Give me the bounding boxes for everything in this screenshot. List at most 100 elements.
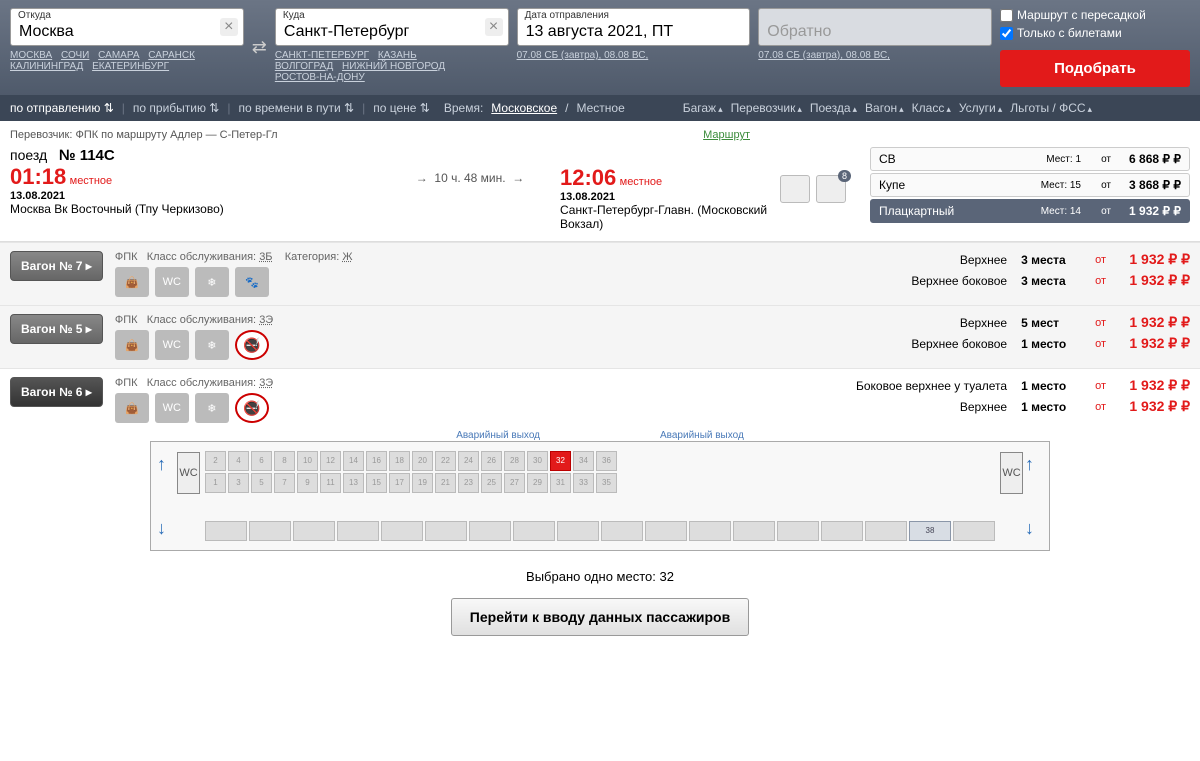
seat[interactable]: 35: [596, 473, 617, 493]
seat[interactable]: 32: [550, 451, 571, 471]
seat[interactable]: 36: [596, 451, 617, 471]
seat[interactable]: [381, 521, 423, 541]
seat[interactable]: [469, 521, 511, 541]
wagon-select-button[interactable]: Вагон № 6 ▸: [10, 377, 103, 407]
clear-from-icon[interactable]: ×: [220, 18, 238, 36]
seat[interactable]: 3: [228, 473, 249, 493]
seat[interactable]: 23: [458, 473, 479, 493]
WC-icon: WC: [155, 393, 189, 423]
seat[interactable]: 31: [550, 473, 571, 493]
seat[interactable]: [557, 521, 599, 541]
seat[interactable]: 24: [458, 451, 479, 471]
to-label: Куда: [283, 10, 305, 21]
seat[interactable]: 22: [435, 451, 456, 471]
seat[interactable]: 2: [205, 451, 226, 471]
seat[interactable]: 17: [389, 473, 410, 493]
seat[interactable]: 38: [909, 521, 951, 541]
availability-row: Верхнее боковое1 местоот1 932 ₽: [827, 335, 1190, 352]
opt-tickets[interactable]: Только с билетами: [1000, 26, 1190, 40]
seat[interactable]: [425, 521, 467, 541]
seat[interactable]: [777, 521, 819, 541]
seat[interactable]: 34: [573, 451, 594, 471]
seat[interactable]: 1: [205, 473, 226, 493]
seat[interactable]: [865, 521, 907, 541]
clear-to-icon[interactable]: ×: [485, 18, 503, 36]
seat[interactable]: 13: [343, 473, 364, 493]
seat[interactable]: 11: [320, 473, 341, 493]
seat[interactable]: 5: [251, 473, 272, 493]
bag-icon: 👜: [115, 267, 149, 297]
class-list: СВ Мест: 1 от 6 868 ₽ Купе Мест: 15 от 3…: [870, 147, 1190, 231]
time-local[interactable]: Местное: [576, 101, 624, 115]
seat[interactable]: 18: [389, 451, 410, 471]
seat[interactable]: [249, 521, 291, 541]
seat[interactable]: 33: [573, 473, 594, 493]
seat[interactable]: [733, 521, 775, 541]
seat[interactable]: 10: [297, 451, 318, 471]
seat[interactable]: 19: [412, 473, 433, 493]
seat[interactable]: 28: [504, 451, 525, 471]
selected-seat-text: Выбрано одно место: 32: [0, 569, 1200, 584]
filter-class[interactable]: Класс: [912, 101, 951, 115]
seat[interactable]: 4: [228, 451, 249, 471]
seat[interactable]: 21: [435, 473, 456, 493]
wagon-select-button[interactable]: Вагон № 5 ▸: [10, 314, 103, 344]
seat[interactable]: 27: [504, 473, 525, 493]
seat[interactable]: 26: [481, 451, 502, 471]
seat[interactable]: 8: [274, 451, 295, 471]
seat[interactable]: 9: [297, 473, 318, 493]
train-result: Перевозчик: ФПК по маршруту Адлер — С-Пе…: [0, 121, 1200, 242]
seat[interactable]: 16: [366, 451, 387, 471]
train-number: поезд № 114С: [10, 147, 380, 164]
route-link[interactable]: Маршрут: [703, 129, 750, 141]
filter-trains[interactable]: Поезда: [810, 101, 857, 115]
seat[interactable]: 12: [320, 451, 341, 471]
seat[interactable]: [205, 521, 247, 541]
filter-benefits[interactable]: Льготы / ФСС: [1010, 101, 1092, 115]
sort-duration[interactable]: по времени в пути ⇅: [238, 101, 354, 115]
seat[interactable]: [953, 521, 995, 541]
return-suggestions[interactable]: 07.08 СБ (завтра), 08.08 ВС,: [758, 50, 992, 61]
sort-departure[interactable]: по отправлению ⇅: [10, 101, 114, 115]
time-moscow[interactable]: Московское: [491, 101, 557, 115]
seat[interactable]: [689, 521, 731, 541]
proceed-button[interactable]: Перейти к вводу данных пассажиров: [451, 598, 749, 636]
return-input[interactable]: [758, 8, 992, 46]
seat-scheme: Аварийный выход Аварийный выход ↑ ↓ WC 2…: [150, 441, 1050, 551]
filter-carrier[interactable]: Перевозчик: [731, 101, 802, 115]
opt-transfer[interactable]: Маршрут с пересадкой: [1000, 8, 1190, 22]
sort-arrival[interactable]: по прибытию ⇅: [133, 101, 219, 115]
swap-icon[interactable]: ⇄: [252, 37, 267, 58]
class-sv[interactable]: СВ Мест: 1 от 6 868 ₽: [870, 147, 1190, 171]
seat[interactable]: [513, 521, 555, 541]
seat[interactable]: [337, 521, 379, 541]
search-button[interactable]: Подобрать: [1000, 50, 1190, 87]
to-input[interactable]: [275, 8, 509, 46]
class-platzkart[interactable]: Плацкартный Мест: 14 от 1 932 ₽: [870, 199, 1190, 223]
seat[interactable]: [645, 521, 687, 541]
class-kupe[interactable]: Купе Мест: 15 от 3 868 ₽: [870, 173, 1190, 197]
seat[interactable]: 15: [366, 473, 387, 493]
date-suggestions[interactable]: 07.08 СБ (завтра), 08.08 ВС,: [517, 50, 751, 61]
baggage-icon: [780, 175, 810, 203]
filter-wagon[interactable]: Вагон: [865, 101, 904, 115]
arrival-date: 13.08.2021: [560, 191, 770, 203]
seat[interactable]: 29: [527, 473, 548, 493]
seat[interactable]: 7: [274, 473, 295, 493]
seat[interactable]: [821, 521, 863, 541]
seat[interactable]: 6: [251, 451, 272, 471]
arrow-down-icon: ↓: [157, 518, 175, 538]
bag-icon: 👜: [115, 330, 149, 360]
seat[interactable]: [293, 521, 335, 541]
seat[interactable]: 20: [412, 451, 433, 471]
wc-right: WC: [1000, 452, 1023, 494]
from-label: Откуда: [18, 10, 51, 21]
filter-baggage[interactable]: Багаж: [683, 101, 723, 115]
seat[interactable]: [601, 521, 643, 541]
seat[interactable]: 25: [481, 473, 502, 493]
filter-services[interactable]: Услуги: [959, 101, 1002, 115]
seat[interactable]: 14: [343, 451, 364, 471]
wagon-select-button[interactable]: Вагон № 7 ▸: [10, 251, 103, 281]
seat[interactable]: 30: [527, 451, 548, 471]
sort-price[interactable]: по цене ⇅: [373, 101, 430, 115]
